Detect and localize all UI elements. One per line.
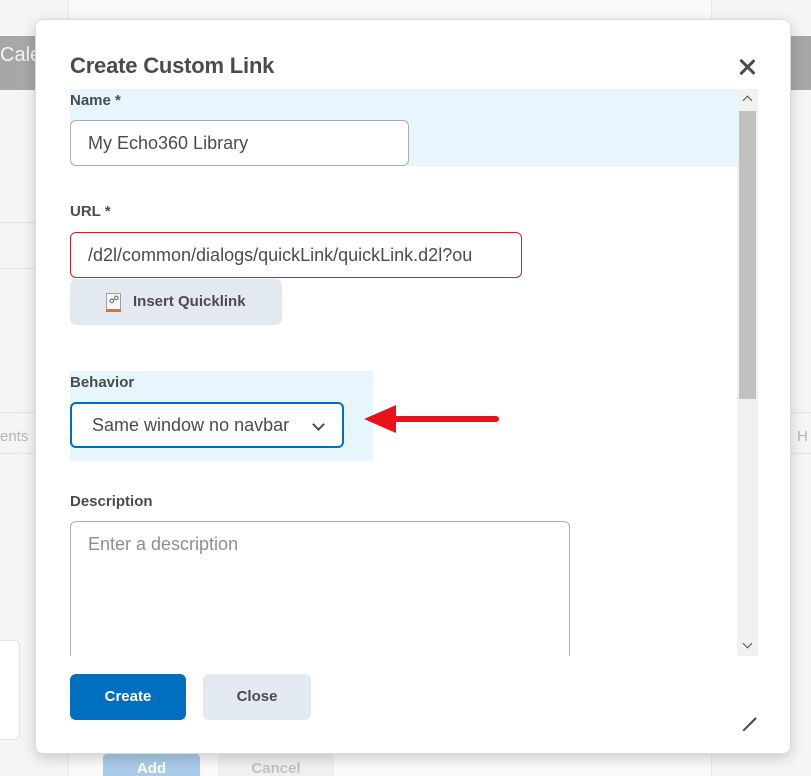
name-input[interactable]: My Echo360 Library: [70, 120, 409, 166]
description-label: Description: [70, 493, 153, 510]
background-cancel-button: Cancel: [218, 754, 334, 776]
insert-quicklink-label: Insert Quicklink: [133, 293, 246, 310]
background-tab-label: H: [797, 428, 808, 445]
insert-quicklink-button[interactable]: ☍ Insert Quicklink: [70, 279, 282, 325]
description-placeholder: Enter a description: [88, 534, 239, 554]
background-add-button: Add: [103, 754, 200, 776]
dialog-title: Create Custom Link: [70, 53, 275, 78]
scroll-down-arrow-icon[interactable]: [737, 636, 758, 656]
quicklink-icon: ☍: [106, 293, 121, 312]
close-icon[interactable]: [736, 56, 758, 78]
close-button[interactable]: Close: [203, 674, 311, 720]
scrollbar-thumb[interactable]: [739, 111, 756, 399]
chevron-down-icon: [312, 418, 325, 431]
create-custom-link-dialog: Create Custom Link Name * My Echo360 Lib…: [35, 19, 791, 754]
resize-handle-icon[interactable]: [741, 704, 757, 720]
behavior-select[interactable]: Same window no navbar: [70, 402, 344, 448]
dialog-scrollbar[interactable]: [737, 89, 758, 656]
background-card: [0, 640, 20, 740]
description-textarea[interactable]: Enter a description: [70, 521, 570, 656]
name-label: Name *: [70, 92, 121, 109]
scroll-up-arrow-icon[interactable]: [737, 89, 758, 109]
url-input[interactable]: /d2l/common/dialogs/quickLink/quickLink.…: [70, 232, 522, 278]
background-tab-label: ents: [0, 428, 29, 445]
annotation-arrow-icon: [364, 405, 499, 433]
dialog-scroll-area[interactable]: Name * My Echo360 Library URL * /d2l/com…: [70, 89, 758, 656]
behavior-selected-value: Same window no navbar: [92, 415, 290, 435]
url-label: URL *: [70, 203, 111, 220]
create-button[interactable]: Create: [70, 674, 186, 720]
behavior-label: Behavior: [70, 374, 135, 391]
